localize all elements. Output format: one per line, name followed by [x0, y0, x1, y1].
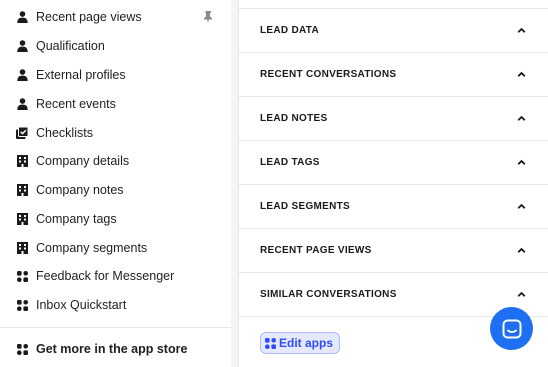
menu-item-inbox-quickstart[interactable]: Inbox Quickstart: [0, 291, 231, 319]
panel-divider: [231, 0, 239, 367]
menu-item-label: Inbox Quickstart: [36, 298, 127, 312]
chevron-up-icon: [517, 291, 526, 297]
section-recent-conversations[interactable]: RECENT CONVERSATIONS: [239, 53, 548, 97]
menu-item-label: Qualification: [36, 39, 105, 53]
building-icon: [16, 184, 28, 196]
chevron-up-icon: [517, 115, 526, 121]
menu-item-label: Company details: [36, 154, 130, 168]
menu-item-qualification[interactable]: Qualification: [0, 32, 231, 60]
apps-icon: [16, 299, 28, 311]
section-lead-segments[interactable]: LEAD SEGMENTS: [239, 185, 548, 229]
section-lead-notes[interactable]: LEAD NOTES: [239, 97, 548, 141]
chevron-up-icon: [517, 71, 526, 77]
apps-icon: [265, 337, 276, 349]
section-title: LEAD SEGMENTS: [260, 201, 351, 212]
menu-item-label: Company tags: [36, 212, 117, 226]
chevron-up-icon: [517, 27, 526, 33]
section-lead-data[interactable]: LEAD DATA: [239, 9, 548, 53]
app-list-panel: Recent page views Qualification External…: [0, 0, 231, 367]
section-title: LEAD DATA: [260, 25, 319, 36]
chevron-up-icon: [517, 203, 526, 209]
menu-item-company-notes[interactable]: Company notes: [0, 176, 231, 204]
divider: [0, 327, 231, 328]
section-title: RECENT CONVERSATIONS: [260, 69, 397, 80]
app-store-link[interactable]: Get more in the app store: [0, 335, 231, 363]
edit-apps-label: Edit apps: [279, 336, 334, 350]
menu-item-label: External profiles: [36, 68, 126, 82]
menu-item-checklists[interactable]: Checklists: [0, 119, 231, 147]
menu-item-external-profiles[interactable]: External profiles: [0, 61, 231, 89]
menu-item-recent-page-views[interactable]: Recent page views: [0, 3, 231, 31]
apps-icon: [16, 270, 28, 282]
chevron-up-icon: [517, 247, 526, 253]
section-lead-tags[interactable]: LEAD TAGS: [239, 141, 548, 185]
menu-item-label: Feedback for Messenger: [36, 269, 175, 283]
apps-icon: [16, 343, 28, 355]
messenger-icon: [502, 319, 521, 338]
section-title: LEAD NOTES: [260, 113, 328, 124]
menu-item-recent-events[interactable]: Recent events: [0, 90, 231, 118]
building-icon: [16, 242, 28, 254]
building-icon: [16, 155, 28, 167]
edit-apps-button[interactable]: Edit apps: [260, 332, 341, 354]
menu-item-company-segments[interactable]: Company segments: [0, 234, 231, 262]
menu-item-feedback-for-messenger[interactable]: Feedback for Messenger: [0, 262, 231, 290]
app-store-label: Get more in the app store: [36, 342, 188, 356]
menu-item-label: Recent events: [36, 97, 116, 111]
person-icon: [16, 98, 28, 110]
person-icon: [16, 11, 28, 23]
menu-item-company-tags[interactable]: Company tags: [0, 205, 231, 233]
section-title: RECENT PAGE VIEWS: [260, 245, 372, 256]
building-icon: [16, 213, 28, 225]
section-title: LEAD TAGS: [260, 157, 320, 168]
menu-item-label: Checklists: [36, 126, 93, 140]
menu-item-label: Company segments: [36, 241, 148, 255]
person-icon: [16, 69, 28, 81]
checklist-icon: [16, 127, 28, 139]
menu-item-label: Recent page views: [36, 10, 142, 24]
chevron-up-icon: [517, 159, 526, 165]
section-recent-page-views[interactable]: RECENT PAGE VIEWS: [239, 229, 548, 273]
menu-item-company-details[interactable]: Company details: [0, 147, 231, 175]
menu-item-label: Company notes: [36, 183, 124, 197]
messenger-launcher-button[interactable]: [490, 307, 533, 350]
person-icon: [16, 40, 28, 52]
section-title: SIMILAR CONVERSATIONS: [260, 289, 397, 300]
pin-icon[interactable]: [201, 10, 215, 24]
